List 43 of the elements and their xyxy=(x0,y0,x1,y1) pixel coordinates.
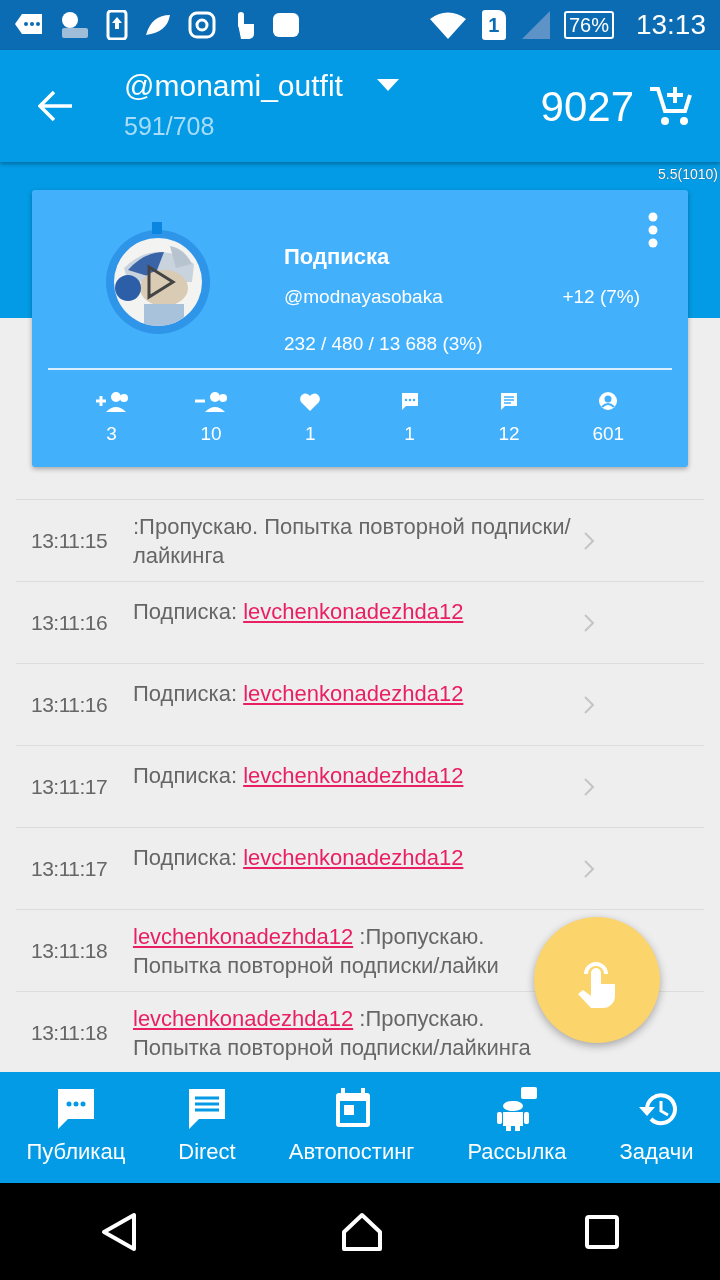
log-label: Подписка: xyxy=(133,763,238,788)
log-time: 13:11:18 xyxy=(31,937,109,964)
task-counts: 232 / 480 / 13 688 (3%) xyxy=(284,331,484,356)
username-link[interactable]: levchenkonadezhda12 xyxy=(243,763,464,788)
log-label: Подписка: xyxy=(133,845,238,870)
username-link[interactable]: levchenkonadezhda12 xyxy=(243,599,464,624)
log-message: Попытка повторной подписки/лайкинга xyxy=(133,1033,531,1062)
stat-count: 10 xyxy=(200,422,222,446)
nav-tab[interactable]: Автопостинг xyxy=(288,1087,415,1168)
username-link[interactable]: levchenkonadezhda12 xyxy=(133,1005,354,1031)
stat-count: 601 xyxy=(592,422,625,446)
nav-tab[interactable]: Задачи xyxy=(619,1087,694,1168)
log-time: 13:11:16 xyxy=(31,691,109,718)
log-time: 13:11:17 xyxy=(31,773,109,800)
sim-card-icon: 1 xyxy=(481,10,506,40)
log-status: :Пропускаю. xyxy=(359,923,485,949)
stat-count: 1 xyxy=(305,422,316,446)
balance-count: 9027 xyxy=(540,81,634,132)
username-link[interactable]: levchenkonadezhda12 xyxy=(243,681,464,706)
account-dropdown[interactable]: @monami_outfit xyxy=(124,62,399,108)
task-title: Подписка xyxy=(284,243,391,271)
stat-count: 3 xyxy=(106,422,117,446)
log-time: 13:11:15 xyxy=(31,527,109,554)
log-status: :Пропускаю. xyxy=(359,1005,485,1031)
log-message: Попытка повторной подписки/лайки xyxy=(133,951,499,980)
battery-indicator: 76% xyxy=(563,11,614,39)
username-link[interactable]: levchenkonadezhda12 xyxy=(243,845,464,870)
target-account: @modnayasobaka xyxy=(284,285,443,309)
version-label: 5.5(1010) xyxy=(657,165,719,184)
log-message: :Пропускаю. Попытка повторной подписки/лайкинга xyxy=(133,513,571,568)
username-link[interactable]: levchenkonadezhda12 xyxy=(133,923,354,949)
log-time: 13:11:17 xyxy=(31,855,109,882)
stat-count: 1 xyxy=(404,422,415,446)
log-time: 13:11:16 xyxy=(31,609,109,636)
log-time: 13:11:18 xyxy=(31,1019,109,1046)
log-label: Подписка: xyxy=(133,681,238,706)
nav-tab[interactable]: Direct xyxy=(178,1087,236,1168)
gain-label: +12 (7%) xyxy=(562,285,640,309)
stat-count: 12 xyxy=(498,422,520,446)
clock: 13:13 xyxy=(635,8,706,42)
nav-tab[interactable]: Рассылка xyxy=(467,1087,567,1168)
nav-tab[interactable]: Публикац xyxy=(26,1087,126,1168)
log-label: Подписка: xyxy=(133,599,238,624)
